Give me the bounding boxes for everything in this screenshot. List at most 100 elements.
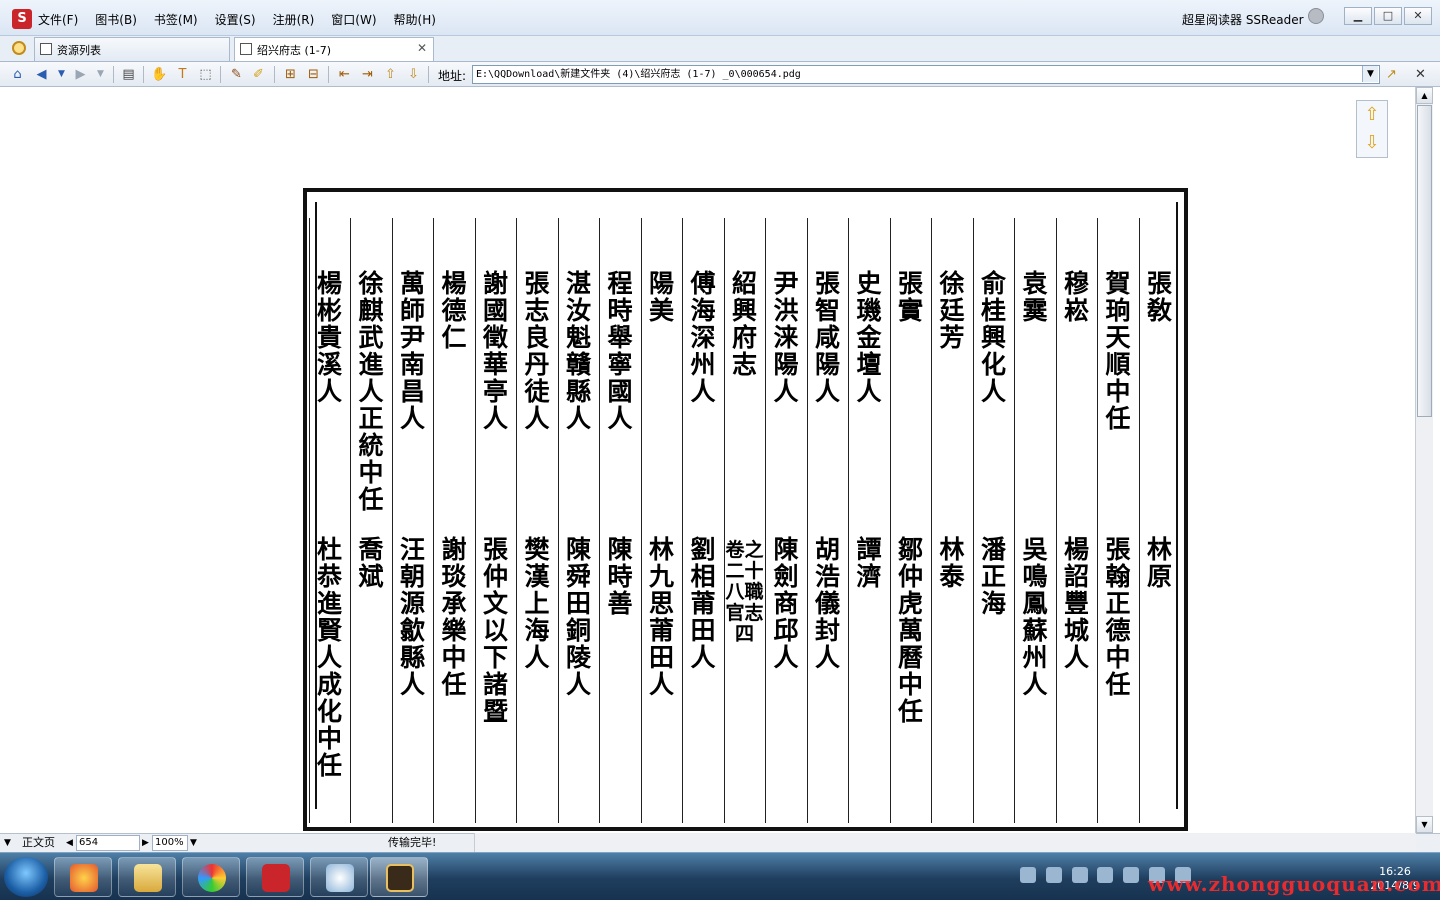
app-icon	[70, 864, 98, 892]
close-tab-icon[interactable]: ✕	[417, 41, 427, 55]
start-button[interactable]	[4, 857, 48, 897]
separator	[143, 66, 144, 83]
text-column: 張 敎林 原	[1138, 218, 1197, 823]
region-select-icon[interactable]: ⬚	[197, 66, 214, 83]
keyboard-icon[interactable]	[1020, 867, 1036, 883]
ssreader-icon	[262, 864, 290, 892]
text-column: 張志良丹徒人樊 漢上海人	[516, 218, 575, 823]
page-view-icon[interactable]: ▤	[120, 66, 137, 83]
page-frame: 張 敎林 原賀 珦天順中任張 翰正德中任穆 崧楊 詔豐城人袁 霙吳鳴鳳蘇州人俞 …	[308, 202, 1197, 823]
menu-file[interactable]: 文件(F)	[38, 11, 78, 28]
status-message: 传输完毕!	[388, 836, 437, 849]
menu-window[interactable]: 窗口(W)	[331, 11, 376, 28]
column-text-bottom: 吳鳴鳳蘇州人	[1022, 535, 1048, 699]
column-text-bottom: 樊 漢上海人	[524, 535, 575, 672]
window-controls: ▁ □ ✕	[1308, 7, 1432, 25]
list-icon	[40, 43, 52, 55]
vertical-scrollbar[interactable]: ▲ ▼	[1415, 87, 1433, 833]
next-page-small-icon[interactable]: ▶	[142, 835, 149, 851]
zoom-in-icon[interactable]: ⊞	[282, 66, 299, 83]
user-status-icon[interactable]	[1308, 8, 1324, 24]
book-icon	[240, 43, 252, 55]
ssreader-logo-icon[interactable]: S	[12, 9, 32, 29]
zoom-level-input[interactable]: 100%	[152, 835, 188, 851]
text-column: 楊德仁謝 琰承樂中任	[433, 218, 492, 823]
back-dropdown-icon[interactable]: ▼	[53, 66, 70, 83]
back-arrow-icon[interactable]: ◀	[33, 66, 50, 83]
taskbar-active-app[interactable]	[370, 857, 428, 897]
taskbar-app-1[interactable]	[54, 857, 112, 897]
page-number-input[interactable]: 654	[76, 835, 140, 851]
close-address-icon[interactable]: ✕	[1412, 66, 1429, 83]
column-text-top: 謝國徵華亭人	[482, 269, 508, 433]
network-icon[interactable]	[1071, 867, 1088, 883]
taskbar-explorer[interactable]	[118, 857, 176, 897]
text-column: 謝國徵華亭人張仲文以下諸暨	[474, 218, 515, 823]
separator	[274, 66, 275, 83]
taskbar-paint[interactable]	[310, 857, 368, 897]
horizontal-scrollbar[interactable]	[474, 833, 1416, 852]
close-button[interactable]: ✕	[1404, 7, 1432, 25]
text-column: 張 智咸陽人胡 浩儀封人	[806, 218, 865, 823]
prev-page-small-icon[interactable]: ◀	[66, 835, 73, 851]
zoom-dropdown-icon[interactable]: ▼	[190, 835, 197, 851]
watermark: www.zhongguoquan.com	[1148, 872, 1440, 896]
menu-bookmark[interactable]: 书签(M)	[154, 11, 198, 28]
menu-settings[interactable]: 设置(S)	[215, 11, 256, 28]
address-dropdown-icon[interactable]: ▼	[1362, 66, 1378, 82]
last-page-icon[interactable]: ⇥	[359, 66, 376, 83]
text-column: 賀 珦天順中任張 翰正德中任	[1097, 218, 1156, 823]
prev-page-icon[interactable]: ⇧	[382, 66, 399, 83]
menu-help[interactable]: 帮助(H)	[394, 11, 436, 28]
hand-tool-icon[interactable]: ✋	[151, 66, 168, 83]
separator	[220, 66, 221, 83]
forward-dropdown-icon[interactable]: ▼	[92, 66, 109, 83]
menu-book[interactable]: 图书(B)	[95, 11, 137, 28]
first-page-icon[interactable]: ⇤	[336, 66, 353, 83]
forward-arrow-icon[interactable]: ▶	[72, 66, 89, 83]
menu-register[interactable]: 注册(R)	[273, 11, 315, 28]
tab-book[interactable]: 绍兴府志 (1-7) ✕	[234, 37, 434, 61]
go-arrow-icon[interactable]: ↗	[1383, 66, 1400, 83]
minimize-button[interactable]: ▁	[1344, 7, 1372, 25]
next-page-icon[interactable]: ⇩	[405, 66, 422, 83]
maximize-button[interactable]: □	[1374, 7, 1402, 25]
column-text-bottom: 林九思莆田人	[648, 535, 674, 699]
scroll-down-button[interactable]: ▼	[1416, 816, 1433, 833]
text-select-icon[interactable]: T	[174, 66, 191, 83]
annotate-icon[interactable]: ✎	[228, 66, 245, 83]
volume-icon[interactable]	[1097, 867, 1114, 883]
column-text-bottom: 杜 恭進賢人成化中任	[316, 535, 368, 780]
text-column: 程時舉寧國人 陳時善	[599, 218, 639, 823]
tab-resource-list[interactable]: 资源列表	[34, 37, 230, 61]
history-clock-icon[interactable]	[12, 41, 26, 55]
column-text-bottom: 楊 詔豐城人	[1063, 535, 1115, 672]
highlight-icon[interactable]: ✐	[250, 66, 267, 83]
separator	[328, 66, 329, 83]
toolbar: ⌂ ◀ ▼ ▶ ▼ ▤ ✋ T ⬚ ✎ ✐ ⊞ ⊟ ⇤ ⇥ ⇧ ⇩ 地址: E:…	[0, 62, 1440, 87]
scroll-up-button[interactable]: ▲	[1416, 87, 1433, 104]
address-input[interactable]: E:\QQDownload\新建文件夹 (4)\绍兴府志 (1-7) _0\00…	[472, 65, 1380, 84]
separator	[428, 66, 429, 83]
home-icon[interactable]: ⌂	[9, 66, 26, 83]
scroll-thumb[interactable]	[1417, 105, 1432, 417]
paint-icon	[326, 864, 354, 892]
view-mode[interactable]: 正文页	[22, 835, 55, 851]
tray-app-icon[interactable]	[1123, 867, 1140, 883]
column-text-bottom: 鄒仲虎萬曆中任	[897, 535, 923, 726]
zoom-out-icon[interactable]: ⊟	[305, 66, 322, 83]
column-text-top: 尹 洪涞陽人	[773, 269, 824, 406]
text-column: 徐 麒武進人正統中任喬 斌	[350, 218, 409, 823]
column-text-bottom: 張仲文以下諸暨	[482, 535, 508, 726]
title-bar: S 文件(F) 图书(B) 书签(M) 设置(S) 注册(R) 窗口(W) 帮助…	[0, 0, 1440, 36]
page-down-arrow-icon[interactable]: ⇩	[1357, 129, 1387, 157]
column-text-top: 俞 桂興化人	[980, 269, 1032, 406]
help-icon[interactable]	[1045, 867, 1062, 883]
page-up-arrow-icon[interactable]: ⇧	[1357, 101, 1387, 129]
scanned-page: 張 敎林 原賀 珦天順中任張 翰正德中任穆 崧楊 詔豐城人袁 霙吳鳴鳳蘇州人俞 …	[303, 188, 1197, 831]
menu-bar: 文件(F) 图书(B) 书签(M) 设置(S) 注册(R) 窗口(W) 帮助(H…	[38, 11, 453, 28]
view-mode-dropdown-icon[interactable]: ▼	[4, 835, 11, 851]
taskbar-media[interactable]	[182, 857, 240, 897]
column-text-top: 程時舉寧國人	[607, 269, 633, 433]
taskbar-ssreader[interactable]	[246, 857, 304, 897]
